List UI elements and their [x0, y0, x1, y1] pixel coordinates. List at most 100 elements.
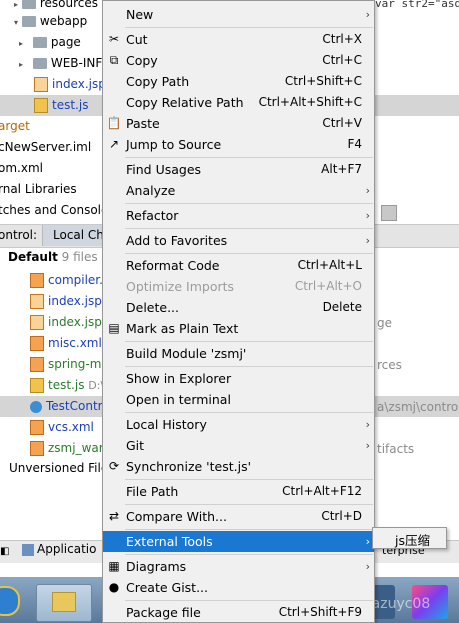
changelist-name: Default [8, 250, 58, 264]
vc-file-misc[interactable]: misc.xml [30, 333, 102, 354]
menu-item-copy-relative-path[interactable]: Copy Relative Path Ctrl+Alt+Shift+C [103, 92, 374, 113]
menu-item-delete[interactable]: Delete... Delete [103, 297, 374, 318]
menu-item-analyze[interactable]: Analyze › [103, 180, 374, 201]
menu-item-label: Jump to Source [126, 137, 222, 152]
vc-file-index-jsp-1[interactable]: index.jsp [30, 291, 102, 312]
jump-to-source-icon: ↗ [108, 137, 120, 151]
menu-item-label: Optimize Imports [126, 279, 235, 294]
js-file-icon [34, 98, 48, 113]
menu-item-open-in-terminal[interactable]: Open in terminal [103, 389, 374, 410]
right-panel-icon [381, 205, 397, 221]
tree-label: page [50, 35, 81, 49]
tree-row-index-jsp[interactable]: index.jsp [34, 74, 106, 95]
editor-code-fragment: var str2="asd" [375, 0, 459, 10]
menu-item-paste[interactable]: 📋 Paste Ctrl+V [103, 113, 374, 134]
menu-separator [125, 157, 373, 158]
tree-row-target[interactable]: arget [0, 116, 30, 137]
tree-row-web-inf[interactable]: ▸ WEB-INF [19, 53, 102, 74]
application-servers-tab[interactable]: Applicatio [22, 542, 96, 556]
folder-icon [21, 16, 36, 27]
menu-item-find-usages[interactable]: Find Usages Alt+F7 [103, 159, 374, 180]
menu-separator [125, 529, 373, 530]
menu-item-refactor[interactable]: Refactor › [103, 205, 374, 226]
menu-item-mark-as-plain-text[interactable]: ▤ Mark as Plain Text [103, 318, 374, 339]
vc-file-index-jsp-2[interactable]: index.jsp [30, 312, 102, 333]
menu-item-reformat-code[interactable]: Reformat Code Ctrl+Alt+L [103, 255, 374, 276]
menu-item-label: Package file [126, 605, 201, 620]
file-label: vcs.xml [48, 420, 94, 434]
menu-separator [125, 479, 373, 480]
menu-item-synchronize-test-js[interactable]: ⟳ Synchronize 'test.js' [103, 456, 374, 477]
menu-separator [125, 366, 373, 367]
menu-item-file-path[interactable]: File Path Ctrl+Alt+F12 [103, 481, 374, 502]
vc-file-testcontroller[interactable]: TestContr [30, 396, 103, 417]
submenu-arrow-icon: › [365, 439, 370, 452]
menu-item-label: Create Gist... [126, 580, 209, 595]
xml-file-icon [30, 420, 44, 435]
menu-item-label: Build Module 'zsmj' [126, 346, 247, 361]
right-fragment-3: a\zsmj\control [377, 400, 459, 414]
menu-item-optimize-imports[interactable]: Optimize Imports Ctrl+Alt+O [103, 276, 374, 297]
submenu-item-js-compress[interactable]: js压缩 [395, 530, 430, 549]
menu-item-create-gist[interactable]: ● Create Gist... [103, 577, 374, 598]
vc-file-test-js[interactable]: test.js D:\ [30, 375, 104, 396]
vc-file-vcs[interactable]: vcs.xml [30, 417, 94, 438]
tree-row-external-libraries[interactable]: rnal Libraries [0, 179, 77, 200]
file-label: spring-m [48, 357, 102, 371]
file-label: index.jsp [48, 294, 102, 308]
tree-row-iml[interactable]: cNewServer.iml [0, 137, 91, 158]
vc-default-changelist[interactable]: Default 9 files [8, 250, 98, 264]
menu-item-build-module-zsmj[interactable]: Build Module 'zsmj' [103, 343, 374, 364]
menu-item-compare-with[interactable]: ⇄ Compare With... Ctrl+D [103, 506, 374, 527]
tree-row-webapp[interactable]: ▾ webapp [14, 11, 87, 32]
right-fragment-4: tifacts [377, 442, 415, 456]
menu-item-copy[interactable]: ⧉ Copy Ctrl+C [103, 50, 374, 71]
menu-item-jump-to-source[interactable]: ↗ Jump to Source F4 [103, 134, 374, 155]
menu-item-external-tools[interactable]: External Tools › [103, 531, 374, 552]
menu-item-git[interactable]: Git › [103, 435, 374, 456]
submenu-arrow-icon: › [365, 535, 370, 548]
tree-row-page[interactable]: ▸ page [19, 32, 81, 53]
submenu-arrow-icon: › [365, 418, 370, 431]
menu-item-add-to-favorites[interactable]: Add to Favorites › [103, 230, 374, 251]
tree-label: WEB-INF [50, 56, 103, 70]
changelist-count: 9 files [61, 250, 98, 264]
file-label: test.js [48, 378, 85, 392]
tab-local-changes[interactable]: Local Ch [42, 225, 105, 246]
menu-item-label: New [126, 7, 154, 22]
menu-item-new[interactable]: New › [103, 4, 374, 25]
vc-unversioned-files[interactable]: Unversioned File [9, 461, 108, 475]
menu-item-diagrams[interactable]: ▦ Diagrams › [103, 556, 374, 577]
menu-item-label: Reformat Code [126, 258, 220, 273]
menu-item-package-file[interactable]: Package file Ctrl+Shift+F9 [103, 602, 374, 623]
menu-item-label: Copy Path [126, 74, 190, 89]
submenu-arrow-icon: › [365, 560, 370, 573]
vc-file-spring[interactable]: spring-m [30, 354, 101, 375]
tree-label: test.js [52, 98, 89, 112]
expand-arrow-icon: ▸ [19, 60, 24, 69]
menu-item-copy-path[interactable]: Copy Path Ctrl+Shift+C [103, 71, 374, 92]
file-label: misc.xml [48, 336, 102, 350]
diagrams-icon: ▦ [108, 559, 120, 573]
menu-separator [125, 412, 373, 413]
xml-file-icon [30, 357, 44, 372]
tree-label: arget [0, 119, 30, 133]
cut-icon: ✂ [108, 32, 120, 46]
menu-item-local-history[interactable]: Local History › [103, 414, 374, 435]
tree-row-pom[interactable]: om.xml [0, 158, 43, 179]
folder-icon [32, 37, 47, 48]
tree-label: cNewServer.iml [0, 140, 92, 154]
menu-separator [125, 504, 373, 505]
menu-item-label: Cut [126, 32, 148, 47]
tree-row-scratches[interactable]: tches and Consoles [0, 200, 115, 221]
expand-arrow-icon: ▸ [14, 0, 19, 9]
tree-label: rnal Libraries [0, 182, 77, 196]
tree-row-test-js[interactable]: test.js [34, 95, 88, 116]
menu-item-shortcut: Ctrl+Alt+Shift+C [258, 95, 362, 109]
menu-item-cut[interactable]: ✂ Cut Ctrl+X [103, 29, 374, 50]
menu-item-show-in-explorer[interactable]: Show in Explorer [103, 368, 374, 389]
vc-file-compiler[interactable]: compiler. [30, 270, 103, 291]
file-label: zsmj_war. [48, 441, 107, 455]
xml-file-icon [30, 273, 44, 288]
vc-file-zsmj-war[interactable]: zsmj_war. [30, 438, 106, 459]
